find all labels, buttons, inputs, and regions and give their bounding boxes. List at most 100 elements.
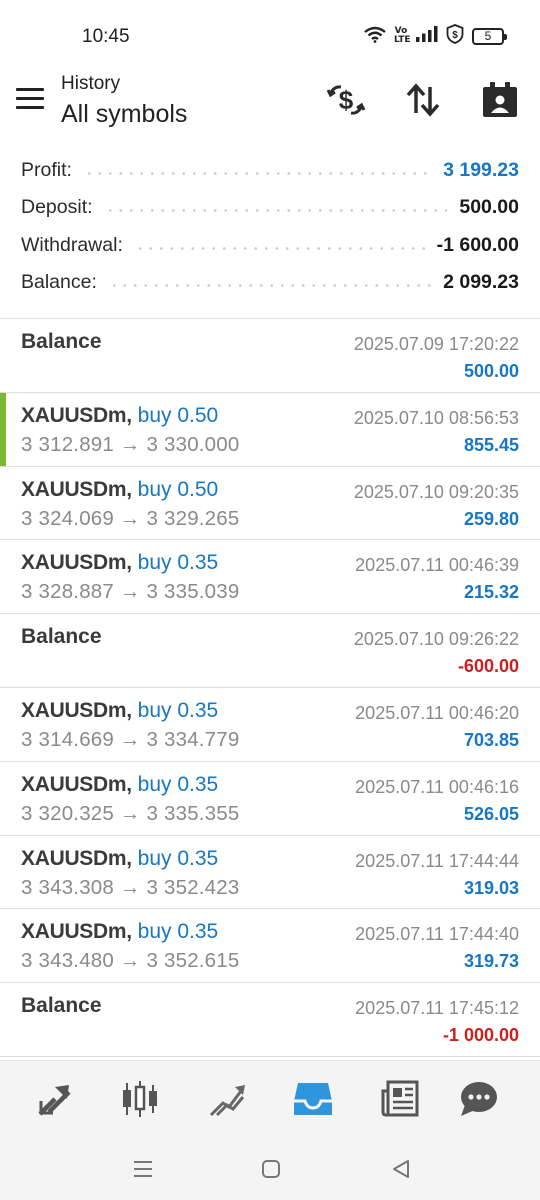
trade-prices: 3 324.069 → 3 329.265: [21, 506, 240, 530]
balance-value: 2 099.23: [443, 271, 519, 294]
row-title: Balance: [21, 330, 102, 354]
news-icon[interactable]: [378, 1077, 422, 1121]
chat-icon[interactable]: [457, 1077, 501, 1121]
svg-text:$: $: [452, 30, 458, 41]
shield-dollar-icon: $: [446, 23, 464, 49]
trade-symbol: XAUUSDm,: [21, 551, 132, 575]
row-amount: 319.03: [463, 877, 519, 898]
row-title: Balance: [21, 994, 102, 1018]
trade-row[interactable]: XAUUSDm, buy 0.50 3 324.069 → 3 329.265 …: [0, 467, 540, 541]
trade-side: buy 0.35: [137, 920, 219, 944]
profit-value: 3 199.23: [443, 159, 519, 182]
row-amount: 259.80: [463, 508, 519, 529]
row-date: 2025.07.11 00:46:20: [355, 702, 519, 723]
history-list: Balance 2025.07.09 17:20:22 500.00 XAUUS…: [0, 318, 540, 1057]
summary-panel: Profit: 3 199.23 Deposit: 500.00 Withdra…: [0, 152, 540, 301]
row-amount: -600.00: [457, 656, 519, 677]
trade-row[interactable]: XAUUSDm, buy 0.35 3 343.480 → 3 352.615 …: [0, 909, 540, 984]
recent-apps-icon[interactable]: [128, 1154, 158, 1184]
row-title: XAUUSDm, buy 0.35: [21, 920, 218, 944]
menu-icon[interactable]: [16, 88, 46, 110]
row-date: 2025.07.11 17:44:44: [355, 850, 519, 871]
balance-title: Balance: [21, 994, 102, 1018]
profit-label: Profit:: [21, 159, 72, 182]
summary-profit-row: Profit: 3 199.23: [0, 152, 540, 189]
calendar-icon[interactable]: [478, 78, 522, 122]
back-icon[interactable]: [386, 1154, 416, 1184]
trade-symbol: XAUUSDm,: [21, 477, 132, 501]
trade-symbol: XAUUSDm,: [21, 772, 132, 796]
leader-dots: [134, 246, 425, 250]
battery-icon: 5: [472, 27, 507, 45]
row-amount: 319.73: [463, 951, 519, 972]
trade-symbol: XAUUSDm,: [21, 920, 132, 944]
currency-exchange-icon[interactable]: $: [324, 78, 368, 122]
trade-symbol: XAUUSDm,: [21, 698, 132, 722]
status-icons: Vo LTE $ 5: [364, 23, 507, 49]
row-title: XAUUSDm, buy 0.50: [21, 478, 218, 502]
row-amount: 703.85: [463, 729, 519, 750]
leader-dots: [108, 284, 432, 288]
balance-row[interactable]: Balance 2025.07.11 17:45:12 -1 000.00: [0, 983, 540, 1057]
row-date: 2025.07.10 09:26:22: [353, 629, 519, 650]
trade-row[interactable]: XAUUSDm, buy 0.35 3 343.308 → 3 352.423 …: [0, 836, 540, 910]
sort-icon[interactable]: [401, 78, 445, 122]
withdrawal-label: Withdrawal:: [21, 233, 123, 256]
trade-row[interactable]: XAUUSDm, buy 0.35 3 320.325 → 3 335.355 …: [0, 762, 540, 836]
row-title: XAUUSDm, buy 0.35: [21, 699, 218, 723]
toolbar: History All symbols $: [0, 70, 540, 136]
signal-icon: [416, 25, 438, 47]
bottom-nav: [0, 1060, 540, 1136]
balance-title: Balance: [21, 625, 102, 649]
chart-icon[interactable]: [118, 1077, 162, 1121]
system-nav: [0, 1136, 540, 1200]
history-icon[interactable]: [291, 1077, 335, 1121]
leader-dots: [104, 209, 448, 213]
balance-row[interactable]: Balance 2025.07.10 09:26:22 -600.00: [0, 614, 540, 688]
trade-symbol: XAUUSDm,: [21, 403, 132, 427]
home-icon[interactable]: [256, 1154, 286, 1184]
row-amount: 855.45: [463, 434, 519, 455]
deposit-value: 500.00: [459, 196, 519, 219]
trade-side: buy 0.35: [137, 846, 219, 870]
trade-icon[interactable]: [205, 1077, 249, 1121]
trade-side: buy 0.50: [137, 403, 219, 427]
trade-prices: 3 328.887 → 3 335.039: [21, 580, 240, 604]
row-amount: 526.05: [463, 803, 519, 824]
row-amount: 500.00: [463, 361, 519, 381]
row-amount: -1 000.00: [442, 1025, 519, 1046]
trade-row[interactable]: XAUUSDm, buy 0.50 3 312.891 → 3 330.000 …: [0, 392, 540, 467]
trade-row[interactable]: XAUUSDm, buy 0.35 3 328.887 → 3 335.039 …: [0, 540, 540, 615]
trade-side: buy 0.35: [137, 551, 219, 575]
page-subtitle: History: [61, 73, 121, 94]
trade-side: buy 0.35: [137, 698, 219, 722]
row-title: XAUUSDm, buy 0.50: [21, 404, 218, 428]
volte-indicator: Vo LTE: [394, 26, 411, 45]
trade-side: buy 0.50: [137, 477, 219, 501]
row-title: Balance: [21, 625, 102, 649]
row-date: 2025.07.11 00:46:39: [355, 555, 519, 576]
page-title[interactable]: All symbols: [61, 100, 187, 129]
withdrawal-value: -1 600.00: [436, 233, 519, 256]
deposit-label: Deposit:: [21, 196, 93, 219]
row-amount: 215.32: [463, 582, 519, 603]
trade-prices: 3 343.308 → 3 352.423: [21, 875, 240, 899]
leader-dots: [83, 172, 432, 176]
trade-symbol: XAUUSDm,: [21, 846, 132, 870]
balance-title: Balance: [21, 330, 102, 353]
row-date: 2025.07.11 17:44:40: [355, 924, 519, 945]
wifi-icon: [364, 25, 386, 48]
status-time: 10:45: [82, 26, 130, 47]
summary-balance-row: Balance: 2 099.23: [0, 264, 540, 301]
trade-side: buy 0.35: [137, 772, 219, 796]
balance-row[interactable]: Balance 2025.07.09 17:20:22 500.00: [0, 319, 540, 393]
trade-prices: 3 320.325 → 3 335.355: [21, 801, 240, 825]
trade-row[interactable]: XAUUSDm, buy 0.35 3 314.669 → 3 334.779 …: [0, 688, 540, 762]
balance-label: Balance:: [21, 271, 97, 294]
summary-withdrawal-row: Withdrawal: -1 600.00: [0, 227, 540, 264]
row-date: 2025.07.09 17:20:22: [353, 334, 519, 354]
row-title: XAUUSDm, buy 0.35: [21, 551, 218, 575]
quotes-icon[interactable]: [33, 1077, 77, 1121]
trade-prices: 3 314.669 → 3 334.779: [21, 727, 240, 751]
trade-prices: 3 312.891 → 3 330.000: [21, 432, 240, 456]
